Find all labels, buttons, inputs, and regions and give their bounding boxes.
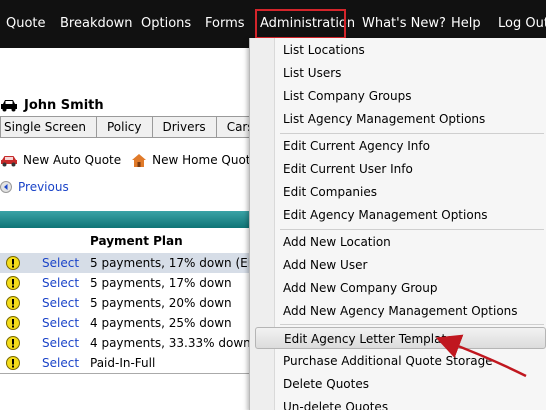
payment-plan-header: Payment Plan: [90, 234, 183, 248]
new-home-quote-label: New Home Quote: [152, 153, 258, 167]
payment-plan-row: Select 4 payments, 25% down: [0, 313, 250, 333]
payment-plan-row: Select 4 payments, 33.33% down: [0, 333, 251, 353]
payment-plan-row: Select Paid-In-Full: [0, 353, 250, 373]
select-link[interactable]: Select: [42, 356, 79, 370]
menu-add-new-agency-management-options[interactable]: Add New Agency Management Options: [283, 300, 518, 322]
nav-forms[interactable]: Forms: [205, 0, 245, 48]
menu-list-users[interactable]: List Users: [283, 62, 341, 84]
plan-description: Paid-In-Full: [90, 356, 156, 370]
active-nav-highlight: [255, 9, 346, 39]
section-header-bar: [0, 211, 250, 228]
quote-tabs: Single Screen Policy Drivers Cars: [0, 116, 265, 138]
house-icon: [132, 153, 147, 167]
plan-description: 5 payments, 17% down: [90, 276, 232, 290]
menu-separator: [280, 324, 544, 325]
menu-un-delete-quotes[interactable]: Un-delete Quotes: [283, 396, 388, 410]
warning-icon: [6, 336, 20, 350]
menu-list-company-groups[interactable]: List Company Groups: [283, 85, 411, 107]
menu-separator: [280, 133, 544, 134]
warning-icon: [6, 356, 20, 370]
menu-edit-companies[interactable]: Edit Companies: [283, 181, 377, 203]
menu-edit-current-agency-info[interactable]: Edit Current Agency Info: [283, 135, 430, 157]
payment-plan-row: Select 5 payments, 17% down: [0, 273, 250, 293]
new-auto-quote-label: New Auto Quote: [23, 153, 122, 167]
plan-description: 5 payments, 20% down: [90, 296, 232, 310]
menu-list-agency-management-options[interactable]: List Agency Management Options: [283, 108, 485, 130]
plan-description: 4 payments, 25% down: [90, 316, 232, 330]
warning-icon: [6, 296, 20, 310]
car-icon: [1, 100, 17, 112]
divider: [0, 373, 250, 374]
select-link[interactable]: Select: [42, 256, 79, 270]
menu-add-new-company-group[interactable]: Add New Company Group: [283, 277, 437, 299]
menu-icon-strip: [250, 38, 275, 410]
menu-edit-current-user-info[interactable]: Edit Current User Info: [283, 158, 413, 180]
nav-quote[interactable]: Quote: [6, 0, 46, 48]
payment-plan-row: Select 5 payments, 20% down: [0, 293, 250, 313]
new-auto-quote-button[interactable]: New Auto Quote: [0, 153, 121, 167]
menu-list-locations[interactable]: List Locations: [283, 39, 365, 61]
menu-add-new-user[interactable]: Add New User: [283, 254, 367, 276]
nav-breakdown[interactable]: Breakdown: [60, 0, 133, 48]
select-link[interactable]: Select: [42, 276, 79, 290]
new-home-quote-button[interactable]: New Home Quote: [131, 153, 258, 168]
previous-label: Previous: [18, 180, 69, 194]
tab-policy[interactable]: Policy: [96, 116, 153, 138]
menu-add-new-location[interactable]: Add New Location: [283, 231, 391, 253]
menu-purchase-additional-quote-storage[interactable]: Purchase Additional Quote Storage: [283, 350, 493, 372]
back-arrow-icon: [0, 181, 12, 193]
tab-drivers[interactable]: Drivers: [152, 116, 217, 138]
plan-description: 4 payments, 33.33% down: [90, 336, 251, 350]
menu-edit-agency-management-options[interactable]: Edit Agency Management Options: [283, 204, 488, 226]
nav-options[interactable]: Options: [141, 0, 191, 48]
quote-actions: New Auto Quote New Home Quote: [0, 150, 268, 170]
plan-description: 5 payments, 17% down (EF: [90, 256, 255, 270]
menu-separator: [280, 229, 544, 230]
select-link[interactable]: Select: [42, 336, 79, 350]
tab-single-screen[interactable]: Single Screen: [0, 116, 97, 138]
warning-icon: [6, 256, 20, 270]
select-link[interactable]: Select: [42, 316, 79, 330]
previous-link[interactable]: Previous: [0, 178, 69, 196]
red-car-icon: [1, 155, 17, 166]
warning-icon: [6, 316, 20, 330]
customer-name: John Smith: [24, 97, 104, 113]
payment-plan-row: Select 5 payments, 17% down (EF: [0, 253, 255, 273]
menu-delete-quotes[interactable]: Delete Quotes: [283, 373, 369, 395]
customer-header: John Smith: [0, 95, 104, 115]
payment-plan-list: Select 5 payments, 17% down (EF Select 5…: [0, 253, 255, 373]
warning-icon: [6, 276, 20, 290]
administration-menu: List Locations List Users List Company G…: [249, 38, 546, 410]
select-link[interactable]: Select: [42, 296, 79, 310]
menu-edit-agency-letter-templates[interactable]: Edit Agency Letter Templates: [255, 327, 546, 349]
